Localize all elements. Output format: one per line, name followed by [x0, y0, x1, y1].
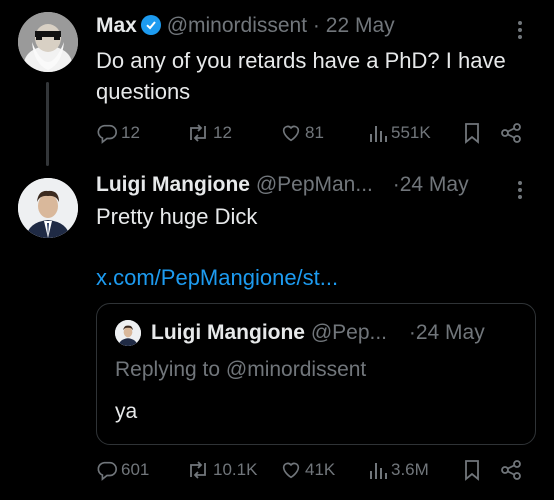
share-icon[interactable]: [500, 118, 522, 148]
tweet1-header: Max @minordissent · 22 May: [96, 14, 395, 38]
like-icon: [280, 459, 302, 481]
tweet2-handle[interactable]: @PepMan...: [256, 173, 373, 196]
repost-icon: [186, 459, 210, 481]
tweet1-text: Do any of you retards have a PhD? I have…: [96, 48, 506, 104]
tweet1-actions: 12 12 81 551K: [96, 118, 526, 148]
bookmark-icon[interactable]: [463, 455, 481, 485]
tweet2-link[interactable]: x.com/PepMangione/st...: [96, 262, 338, 293]
quote-text: ya: [115, 400, 138, 423]
more-icon[interactable]: [514, 178, 526, 202]
views-count: 3.6M: [391, 460, 429, 479]
like-button[interactable]: 41K: [280, 455, 335, 485]
tweet2-date[interactable]: 24 May: [400, 173, 469, 196]
quote-author-name: Luigi Mangione: [151, 321, 305, 344]
views-button[interactable]: 3.6M: [368, 455, 429, 485]
bookmark-icon[interactable]: [463, 118, 481, 148]
reply-icon: [96, 122, 118, 144]
repost-button[interactable]: 12: [186, 118, 232, 148]
like-button[interactable]: 81: [280, 118, 324, 148]
quote-header: Luigi Mangione @Pep... ·24 May: [151, 321, 485, 345]
repost-count: 12: [213, 123, 232, 142]
like-count: 41K: [305, 460, 336, 479]
repost-icon: [186, 122, 210, 144]
views-icon: [368, 459, 388, 481]
tweet2-actions: 601 10.1K 41K 3.6M: [96, 455, 526, 485]
views-count: 551K: [391, 123, 431, 142]
reply-button[interactable]: 601: [96, 455, 149, 485]
avatar-luigi[interactable]: [18, 178, 78, 238]
tweet1-author-name[interactable]: Max: [96, 14, 137, 37]
more-icon[interactable]: [514, 18, 526, 42]
thread-connector: [46, 82, 49, 166]
tweet1-date[interactable]: 22 May: [326, 14, 395, 37]
share-icon[interactable]: [500, 455, 522, 485]
like-count: 81: [305, 123, 324, 142]
quote-handle: @Pep...: [310, 321, 388, 344]
reply-button[interactable]: 12: [96, 118, 140, 148]
avatar-max[interactable]: [18, 12, 78, 72]
tweet2-header: Luigi Mangione @PepMan... ·24 May: [96, 173, 469, 197]
quote-date: 24 May: [415, 321, 485, 344]
like-icon: [280, 122, 302, 144]
quoted-tweet-card[interactable]: Luigi Mangione @Pep... ·24 May Replying …: [96, 303, 536, 445]
views-icon: [368, 122, 388, 144]
tweet1-handle[interactable]: @minordissent: [167, 14, 307, 37]
repost-button[interactable]: 10.1K: [186, 455, 257, 485]
reply-count: 601: [121, 460, 150, 479]
views-button[interactable]: 551K: [368, 118, 431, 148]
reply-icon: [96, 459, 118, 481]
tweet2-sep: ·: [392, 173, 400, 196]
quote-sep: ·: [408, 321, 416, 344]
tweet2-text: Pretty huge Dick: [96, 204, 258, 229]
quote-avatar: [115, 320, 141, 346]
verified-badge-icon: [140, 15, 161, 35]
tweet1-sep: ·: [312, 14, 320, 37]
tweet2-author-name[interactable]: Luigi Mangione: [96, 173, 250, 196]
repost-count: 10.1K: [213, 460, 258, 479]
reply-count: 12: [121, 123, 140, 142]
quote-replying-to: Replying to @minordissent: [115, 358, 367, 381]
